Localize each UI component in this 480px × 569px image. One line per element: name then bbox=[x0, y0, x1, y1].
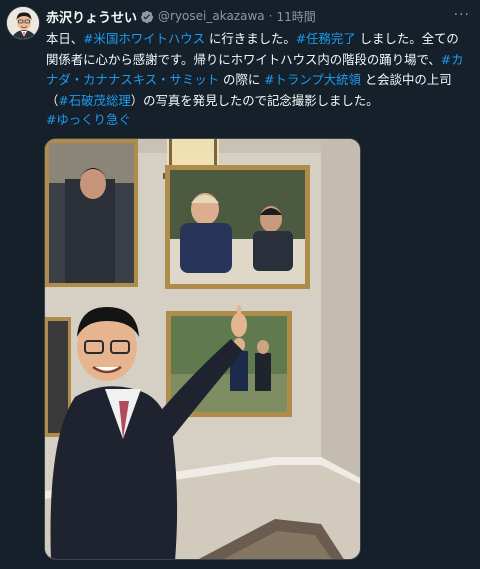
verified-badge-icon bbox=[140, 9, 154, 24]
tweet-text-segment: の際に bbox=[219, 72, 265, 87]
hashtag-link[interactable]: #石破茂総理 bbox=[58, 93, 130, 108]
tweet[interactable]: 赤沢りょうせい @ryosei_akazawa · 11時間 ··· 本日、#米… bbox=[0, 0, 480, 569]
tweet-text-segment: に行きました。 bbox=[205, 31, 296, 46]
author-handle[interactable]: @ryosei_akazawa bbox=[158, 9, 265, 23]
tweet-photo[interactable] bbox=[44, 138, 361, 560]
tweet-text: 本日、#米国ホワイトハウス に行きました。#任務完了 しました。全ての関係者に心… bbox=[46, 29, 466, 111]
tweet-header: 赤沢りょうせい @ryosei_akazawa · 11時間 ··· bbox=[46, 7, 472, 26]
more-options-icon[interactable]: ··· bbox=[454, 7, 470, 23]
hashtag-link[interactable]: #任務完了 bbox=[296, 31, 356, 46]
author-name[interactable]: 赤沢りょうせい bbox=[46, 7, 137, 26]
tweet-timestamp[interactable]: 11時間 bbox=[276, 8, 315, 25]
tweet-text-segment: ）の写真を発見したので記念撮影しました。 bbox=[130, 92, 379, 108]
author-avatar[interactable] bbox=[6, 6, 40, 40]
dot-separator: · bbox=[268, 9, 273, 23]
hashtag-link[interactable]: #ゆっくり急ぐ bbox=[46, 110, 131, 128]
hashtag-link[interactable]: #トランプ大統領 bbox=[264, 72, 361, 87]
tweet-text-segment: 本日、 bbox=[46, 31, 84, 46]
hashtag-link[interactable]: #米国ホワイトハウス bbox=[83, 31, 205, 46]
